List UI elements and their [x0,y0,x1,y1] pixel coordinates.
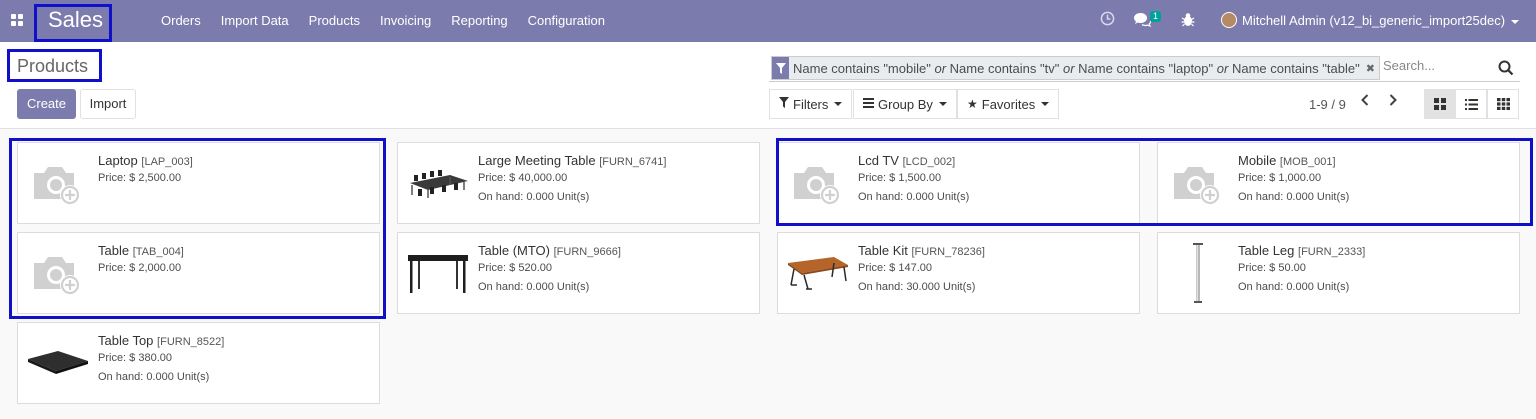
product-name-label: Table (MTO) [478,243,550,258]
pager-next-icon[interactable] [1388,93,1398,112]
black-table-image [406,241,470,305]
search-icon[interactable] [1498,60,1514,79]
search-facet[interactable]: Name contains "mobile" or Name contains … [771,56,1380,80]
main-menu: Orders Import Data Products Invoicing Re… [161,13,625,28]
product-price: Price: $ 40,000.00 [478,172,568,184]
product-code: [FURN_9666] [553,246,621,258]
user-menu-chevron-down-icon [1511,19,1520,24]
control-panel: Products Create Import Name contains "mo… [0,42,1536,129]
table-top-image [26,331,90,395]
highlight-box-app-title [34,4,112,42]
table-leg-image [1166,241,1230,305]
menu-item-products[interactable]: Products [309,13,360,28]
product-name-label: Table Kit [858,243,908,258]
facet-condition-tv: Name contains "tv" [949,60,1060,76]
pager-previous-icon[interactable] [1360,93,1370,112]
product-price: Price: $ 50.00 [1238,262,1306,274]
facet-condition-table: Name contains "table" [1231,60,1360,76]
wood-table-image [786,241,850,305]
filter-funnel-icon [772,57,789,79]
highlight-box-tv-mobile-cards [776,138,1533,226]
product-name: Table Top [FURN_8522] [98,333,224,348]
facet-text: Name contains "mobile" or Name contains … [789,61,1364,76]
group-by-dropdown[interactable]: Group By [853,89,957,119]
facet-or-separator: or [934,60,947,76]
table-grid-view-icon[interactable] [1487,89,1519,119]
menu-item-orders[interactable]: Orders [161,13,201,28]
product-name: Table Leg [FURN_2333] [1238,243,1365,258]
product-code: [FURN_8522] [157,336,225,348]
facet-or-separator: or [1216,60,1229,76]
menu-item-import-data[interactable]: Import Data [221,13,289,28]
favorites-label: Favorites [981,96,1036,112]
product-card-table-top[interactable]: Table Top [FURN_8522] Price: $ 380.00 On… [17,322,380,404]
user-menu[interactable]: Mitchell Admin (v12_bi_generic_import25d… [1242,13,1520,28]
chat-count-badge: 1 [1150,11,1162,22]
product-card-table-leg[interactable]: Table Leg [FURN_2333] Price: $ 50.00 On … [1157,232,1520,314]
highlight-box-breadcrumb [7,49,102,82]
import-button[interactable]: Import [80,89,136,119]
facet-or-separator: or [1062,60,1075,76]
search-input[interactable] [1383,58,1493,73]
facet-condition-mobile: Name contains "mobile" [793,60,931,76]
product-name-label: Table Top [98,333,154,348]
facet-remove-close-icon[interactable]: ✖ [1364,62,1379,75]
product-name-label: Large Meeting Table [478,153,596,168]
debug-bug-icon[interactable] [1181,12,1195,31]
search-bar: Name contains "mobile" or Name contains … [769,54,1520,82]
apps-menu-icon[interactable] [11,14,23,26]
product-code: [FURN_2333] [1298,246,1366,258]
filter-funnel-icon [779,97,789,111]
favorites-dropdown[interactable]: ★ Favorites [957,89,1060,119]
user-name-label: Mitchell Admin (v12_bi_generic_import25d… [1242,13,1506,28]
product-code: [FURN_78236] [911,246,985,258]
product-on-hand: On hand: 0.000 Unit(s) [478,191,590,203]
create-button[interactable]: Create [17,89,76,119]
menu-item-invoicing[interactable]: Invoicing [380,13,431,28]
product-name: Large Meeting Table [FURN_6741] [478,153,666,168]
menu-item-reporting[interactable]: Reporting [451,13,507,28]
product-name: Table (MTO) [FURN_9666] [478,243,621,258]
activity-clock-icon[interactable] [1100,11,1115,30]
product-price: Price: $ 520.00 [478,262,552,274]
meeting-table-image [406,151,470,215]
kanban-view-grid-icon[interactable] [1424,89,1456,119]
product-name: Table Kit [FURN_78236] [858,243,985,258]
product-code: [FURN_6741] [599,156,667,168]
list-view-icon[interactable] [1455,89,1487,119]
group-by-label: Group By [878,96,933,112]
highlight-box-laptop-table-cards [9,138,386,319]
list-bars-icon [863,97,874,111]
product-on-hand: On hand: 0.000 Unit(s) [98,371,210,383]
product-card-large-meeting-table[interactable]: Large Meeting Table [FURN_6741] Price: $… [397,142,760,224]
product-on-hand: On hand: 0.000 Unit(s) [1238,281,1350,293]
top-navbar: Sales Orders Import Data Products Invoic… [0,0,1536,42]
star-icon: ★ [967,97,978,111]
filters-label: Filters [793,96,829,112]
menu-item-configuration[interactable]: Configuration [528,13,605,28]
chevron-down-icon [1041,102,1050,106]
filters-dropdown[interactable]: Filters [769,89,853,119]
facet-condition-laptop: Name contains "laptop" [1078,60,1214,76]
chat-icon[interactable] [1133,12,1152,31]
product-name-label: Table Leg [1238,243,1295,258]
product-price: Price: $ 147.00 [858,262,932,274]
product-on-hand: On hand: 30.000 Unit(s) [858,281,976,293]
chevron-down-icon [834,102,843,106]
pager-value[interactable]: 1-9 / 9 [1309,97,1346,112]
product-card-table-kit[interactable]: Table Kit [FURN_78236] Price: $ 147.00 O… [777,232,1140,314]
product-price: Price: $ 380.00 [98,352,172,364]
user-avatar[interactable] [1221,12,1237,28]
product-on-hand: On hand: 0.000 Unit(s) [478,281,590,293]
product-card-table-mto[interactable]: Table (MTO) [FURN_9666] Price: $ 520.00 … [397,232,760,314]
chevron-down-icon [938,102,947,106]
